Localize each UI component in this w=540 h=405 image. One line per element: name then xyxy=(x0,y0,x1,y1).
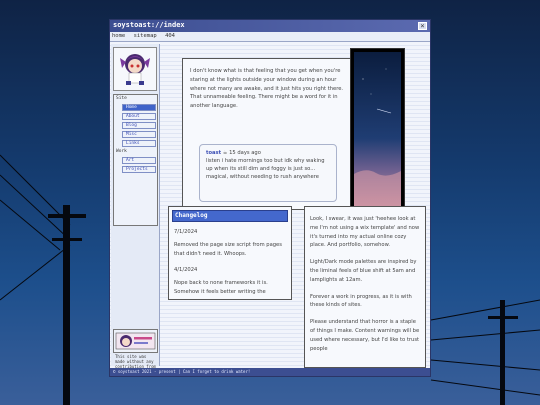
sidebar: Site Home About Blog Misc Links Work Art… xyxy=(111,44,160,374)
changelog-card: Changelog 7/1/2024 Removed the page size… xyxy=(168,206,292,300)
nav-link-home[interactable]: home xyxy=(112,33,125,39)
sidebar-item-blog[interactable]: Blog xyxy=(122,122,156,129)
site-section-label: Site xyxy=(116,96,127,101)
footer: © soystoast 2021 - present | Can I forge… xyxy=(110,368,430,376)
about-paragraph: Please understand that horror is a stapl… xyxy=(310,319,420,352)
avatar xyxy=(113,47,157,91)
about-paragraph: Look, I swear, it was just 'heehee look … xyxy=(310,216,420,249)
comment-card: toast ☕ 15 days ago listen i hate mornin… xyxy=(199,144,337,202)
intro-card: I don't know what is that feeling that y… xyxy=(182,58,352,210)
nav-link-404[interactable]: 404 xyxy=(165,33,175,39)
browser-window: soystoast://index × home sitemap 404 Sit xyxy=(109,19,431,377)
changelog-entry: Nope back to none frameworks it is. Some… xyxy=(174,280,268,295)
night-sky-photo xyxy=(350,48,405,213)
comment-username[interactable]: toast xyxy=(206,150,221,156)
avatar-illustration xyxy=(120,54,150,85)
changelog-title: Changelog xyxy=(172,210,288,222)
about-paragraph: Light/Dark mode palettes are inspired by… xyxy=(310,259,417,283)
sidebar-item-projects[interactable]: Projects xyxy=(122,166,156,173)
work-section-label: Work xyxy=(116,149,127,154)
changelog-date: 7/1/2024 xyxy=(174,229,198,235)
about-paragraph: Forever a work in progress, as it is wit… xyxy=(310,293,412,309)
sidebar-item-links[interactable]: Links xyxy=(122,140,156,147)
window-titlebar[interactable]: soystoast://index × xyxy=(110,20,430,32)
about-card: Look, I swear, it was just 'heehee look … xyxy=(304,206,426,368)
comment-header: toast ☕ 15 days ago xyxy=(206,149,330,157)
window-title: soystoast://index xyxy=(113,21,185,29)
sidebar-item-misc[interactable]: Misc xyxy=(122,131,156,138)
changelog-date: 4/1/2024 xyxy=(174,267,198,273)
sidebar-item-home[interactable]: Home xyxy=(122,104,156,111)
intro-text: I don't know what is that feeling that y… xyxy=(190,68,344,110)
button-badge[interactable] xyxy=(113,329,158,353)
changelog-entry: Removed the page size script from pages … xyxy=(174,242,282,257)
sky-image xyxy=(354,52,401,209)
nav-link-sitemap[interactable]: sitemap xyxy=(134,33,157,39)
sidebar-item-about[interactable]: About xyxy=(122,113,156,120)
comment-body: listen i hate mornings too but idk why w… xyxy=(206,158,325,180)
site-button-image xyxy=(115,332,156,350)
site-nav: Site Home About Blog Misc Links Work Art… xyxy=(113,94,158,226)
comment-time: 15 days ago xyxy=(229,150,261,156)
close-button[interactable]: × xyxy=(418,22,427,30)
sidebar-item-art[interactable]: Art xyxy=(122,157,156,164)
top-nav: home sitemap 404 xyxy=(112,33,180,39)
